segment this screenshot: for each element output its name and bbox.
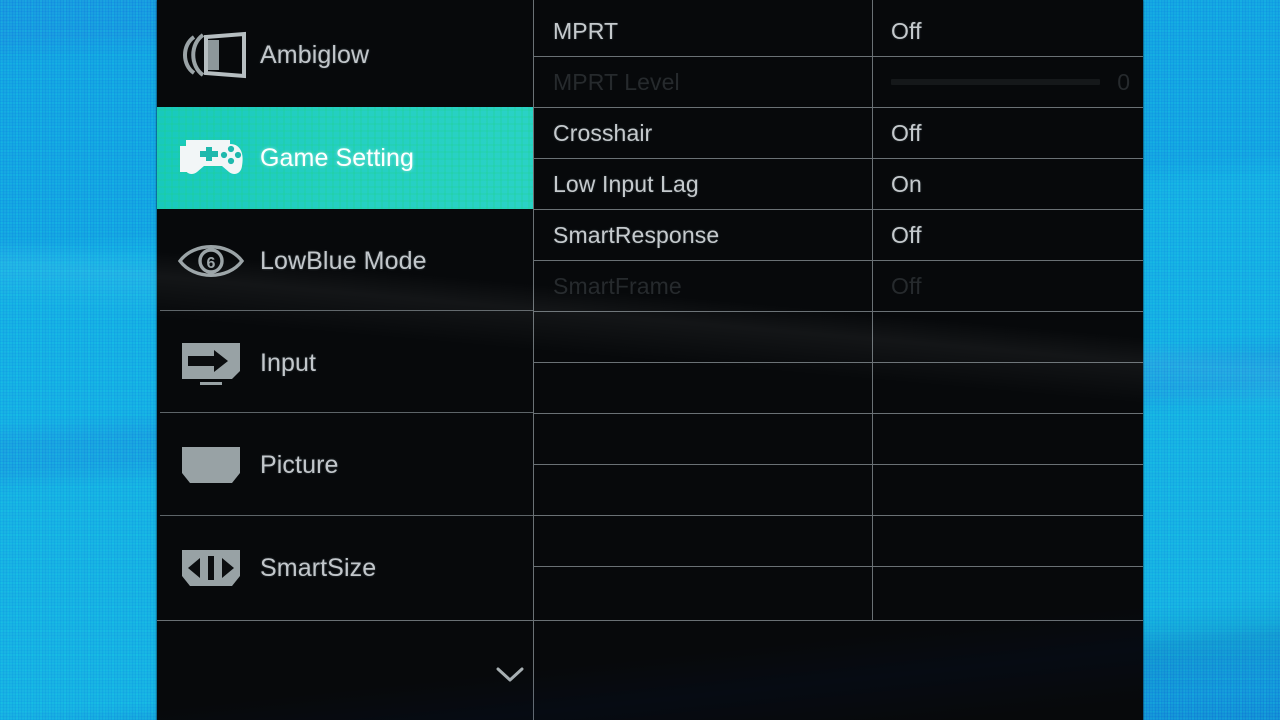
option-row-empty xyxy=(534,363,872,414)
option-label: MPRT Level xyxy=(553,68,680,95)
footer-divider xyxy=(533,621,534,720)
monitor-osd-panel: Ambiglow Game Setting 6 LowBlue Mode Inp… xyxy=(157,0,1143,720)
sidebar-item-ambiglow[interactable]: Ambiglow xyxy=(157,4,533,106)
value-row-low-input-lag[interactable]: On xyxy=(873,159,1143,210)
sidebar-item-label: Picture xyxy=(260,450,339,479)
option-value: Off xyxy=(891,17,922,44)
option-row-smartframe: SmartFrame xyxy=(534,261,872,312)
value-row-empty xyxy=(873,363,1143,414)
value-row-smartframe: Off xyxy=(873,261,1143,312)
picture-icon xyxy=(172,437,250,493)
sidebar-item-label: Ambiglow xyxy=(260,40,370,69)
option-row-mprt-level: MPRT Level xyxy=(534,57,872,108)
ambiglow-icon xyxy=(172,27,250,83)
sidebar-divider xyxy=(160,412,533,413)
gamepad-icon xyxy=(172,130,250,186)
osd-sidebar: Ambiglow Game Setting 6 LowBlue Mode Inp… xyxy=(157,0,533,620)
option-row-low-input-lag[interactable]: Low Input Lag xyxy=(534,159,872,210)
sidebar-item-label: SmartSize xyxy=(260,553,377,582)
value-row-empty xyxy=(873,312,1143,363)
osd-option-label-column: MPRT MPRT Level Crosshair Low Input Lag … xyxy=(533,0,872,620)
value-row-empty xyxy=(873,465,1143,516)
option-label: SmartResponse xyxy=(553,221,720,248)
sidebar-item-smartsize[interactable]: SmartSize xyxy=(157,517,533,619)
option-label: MPRT xyxy=(553,17,619,44)
value-row-empty xyxy=(873,414,1143,465)
option-value: Off xyxy=(891,119,922,146)
option-label: Crosshair xyxy=(553,119,653,146)
sidebar-item-label: LowBlue Mode xyxy=(260,246,427,275)
option-label: SmartFrame xyxy=(553,272,682,299)
option-row-empty xyxy=(534,312,872,363)
svg-text:6: 6 xyxy=(207,255,216,272)
input-source-icon xyxy=(172,335,250,391)
value-row-smartresponse[interactable]: Off xyxy=(873,210,1143,261)
option-row-empty xyxy=(534,516,872,567)
option-row-smartresponse[interactable]: SmartResponse xyxy=(534,210,872,261)
sidebar-item-picture[interactable]: Picture xyxy=(157,414,533,516)
sidebar-divider xyxy=(160,515,533,516)
value-row-mprt[interactable]: Off xyxy=(873,6,1143,57)
osd-option-value-column: Off 0 Off On Off Off xyxy=(872,0,1143,620)
option-label: Low Input Lag xyxy=(553,170,699,197)
option-row-mprt[interactable]: MPRT xyxy=(534,6,872,57)
smartsize-icon xyxy=(172,540,250,596)
chevron-down-icon[interactable] xyxy=(495,666,525,684)
sidebar-item-lowblue-mode[interactable]: 6 LowBlue Mode xyxy=(157,210,533,312)
value-row-empty xyxy=(873,567,1143,618)
option-row-empty xyxy=(534,414,872,465)
value-row-crosshair[interactable]: Off xyxy=(873,108,1143,159)
sidebar-item-input[interactable]: Input xyxy=(157,312,533,414)
slider-track xyxy=(891,79,1100,85)
desktop-background: Ambiglow Game Setting 6 LowBlue Mode Inp… xyxy=(0,0,1280,720)
option-row-empty xyxy=(534,567,872,618)
value-row-empty xyxy=(873,516,1143,567)
sidebar-item-game-setting[interactable]: Game Setting xyxy=(157,107,533,209)
mprt-level-slider: 0 xyxy=(891,69,1143,96)
option-value: Off xyxy=(891,272,922,299)
sidebar-item-label: Game Setting xyxy=(260,143,415,172)
sidebar-divider xyxy=(160,310,533,311)
osd-footer xyxy=(157,620,1143,720)
value-row-mprt-level: 0 xyxy=(873,57,1143,108)
option-row-empty xyxy=(534,465,872,516)
option-row-crosshair[interactable]: Crosshair xyxy=(534,108,872,159)
option-value: Off xyxy=(891,221,922,248)
sidebar-item-label: Input xyxy=(260,348,317,377)
option-value: On xyxy=(891,170,922,197)
osd-body: Ambiglow Game Setting 6 LowBlue Mode Inp… xyxy=(157,0,1143,620)
eye-lowblue-icon: 6 xyxy=(172,233,250,289)
slider-value: 0 xyxy=(1117,68,1130,95)
